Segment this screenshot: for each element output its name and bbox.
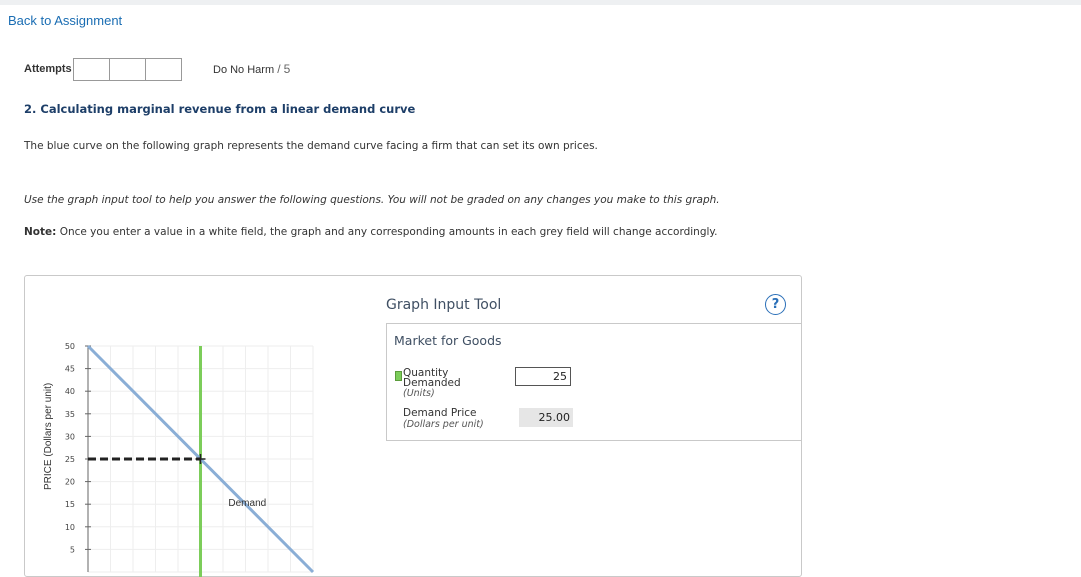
y-tick-label: 45 <box>65 365 75 374</box>
question-intro: The blue curve on the following graph re… <box>24 140 598 152</box>
y-tick-label: 35 <box>65 410 75 419</box>
y-tick-label: 25 <box>65 455 75 464</box>
do-no-harm-label: Do No Harm <box>213 64 275 76</box>
y-tick-label: 10 <box>65 523 75 532</box>
attempt-box <box>73 58 110 81</box>
graph-input-tool-title: Graph Input Tool <box>386 297 502 313</box>
attempts-indicator <box>73 58 182 81</box>
score-max: 5 <box>283 62 291 76</box>
attempt-box <box>145 58 182 81</box>
y-tick-label: 5 <box>70 545 75 554</box>
y-axis-title: PRICE (Dollars per unit) <box>43 383 54 490</box>
demand-price-field: 25.00 <box>519 408 573 427</box>
y-tick-label: 50 <box>65 342 75 351</box>
quantity-unit: (Units) <box>403 388 435 399</box>
score-separator: / <box>277 62 281 76</box>
note-text: Once you enter a value in a white field,… <box>59 226 718 238</box>
quantity-color-swatch <box>395 371 402 381</box>
do-no-harm-score: Do No Harm / 5 <box>213 62 290 76</box>
y-tick-label: 30 <box>65 432 75 441</box>
demand-curve-label: Demand <box>228 498 266 509</box>
question-note: Note: Once you enter a value in a white … <box>24 226 717 238</box>
market-title: Market for Goods <box>394 333 502 348</box>
question-instruction: Use the graph input tool to help you ans… <box>24 194 720 206</box>
attempt-box <box>109 58 146 81</box>
y-tick-label: 40 <box>65 387 75 396</box>
question-title: 2. Calculating marginal revenue from a l… <box>24 102 416 116</box>
demand-graph[interactable]: 5 10 15 20 25 30 35 40 45 50 PRICE (Dollars per un… <box>35 342 315 577</box>
quantity-label-line2: Demanded <box>403 377 461 389</box>
price-label: Demand Price <box>403 407 477 419</box>
y-tick-label: 15 <box>65 500 75 509</box>
attempts-label: Attempts <box>24 63 72 75</box>
y-tick-label: 20 <box>65 478 75 487</box>
back-to-assignment-link[interactable]: Back to Assignment <box>8 13 122 28</box>
help-icon[interactable]: ? <box>765 294 786 315</box>
note-label: Note: <box>24 226 57 238</box>
quantity-demanded-input[interactable] <box>515 367 571 386</box>
top-divider <box>0 0 1081 5</box>
price-unit: (Dollars per unit) <box>403 419 484 430</box>
